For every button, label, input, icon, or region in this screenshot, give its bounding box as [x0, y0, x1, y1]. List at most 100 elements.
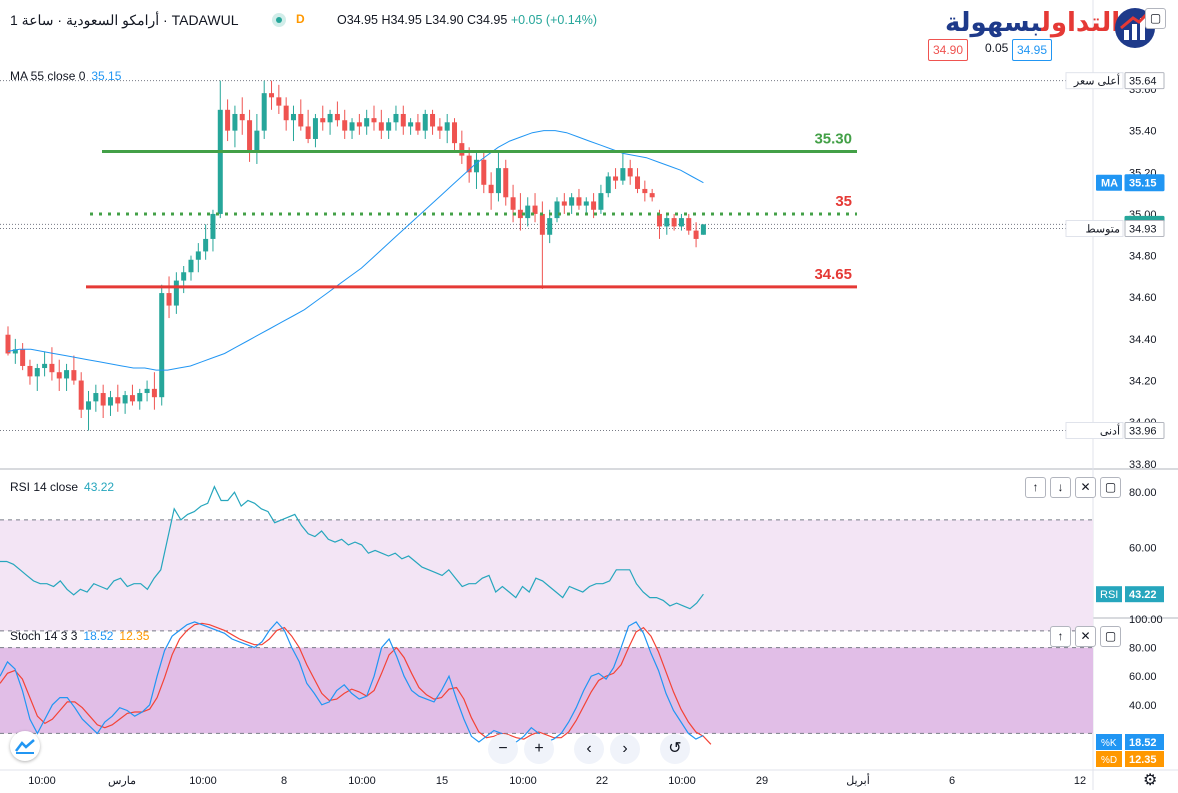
scroll-left-button[interactable]: ‹ [574, 734, 604, 764]
price-tag-avg: 34.93 [1129, 224, 1157, 236]
logo-text-blue: بسهولة [945, 8, 1042, 38]
brand-logo: التداولبسهولة [945, 8, 1120, 38]
time-tick-label: 10:00 [509, 775, 537, 787]
ma-legend-label: MA 55 close 0 [10, 69, 86, 83]
candle-body [356, 122, 362, 127]
price-tick-label: 33.80 [1129, 459, 1157, 471]
ma-prefix-label: MA [1101, 178, 1118, 190]
candle-body [349, 122, 355, 131]
rsi-legend[interactable]: RSI 14 close 43.22 [10, 480, 114, 494]
rsi-move-up-button[interactable]: ↑ [1025, 477, 1046, 498]
candle-body [27, 365, 33, 377]
stoch-tag-prefix: %K [1101, 738, 1117, 749]
zoom-out-button[interactable]: − [488, 734, 518, 764]
stoch-legend-label: Stoch 14 3 3 [10, 629, 78, 643]
candle-body [393, 113, 399, 123]
time-tick-label: 10:00 [189, 775, 217, 787]
rsi-tag-value: 43.22 [1129, 589, 1157, 601]
candle-body [159, 293, 165, 398]
time-tick-label: 15 [436, 775, 448, 787]
candle-body [49, 363, 55, 373]
candle-body [225, 109, 231, 131]
candle-body [686, 218, 692, 231]
price-tag-low: 33.96 [1129, 426, 1157, 438]
candle-body [86, 401, 92, 410]
candle-body [298, 113, 304, 127]
candle-body [107, 397, 113, 406]
candle-body [422, 113, 428, 131]
chart-canvas[interactable]: 33.8034.0034.2034.4034.6034.8035.0035.20… [0, 0, 1178, 790]
ma-legend-value: 35.15 [91, 69, 122, 83]
level-label: 35.30 [814, 130, 852, 147]
bid-price[interactable]: 34.90 [928, 39, 969, 61]
price-tick-label: 34.20 [1129, 376, 1157, 388]
candle-body [400, 113, 406, 127]
candle-body [320, 118, 326, 123]
ask-price[interactable]: 34.95 [1012, 39, 1053, 61]
axis-caption-high: أعلى سعر [1073, 74, 1120, 88]
candle-body [649, 193, 655, 198]
candle-body [386, 122, 392, 131]
candle-body [627, 168, 633, 177]
candle-body [247, 120, 253, 152]
candle-body [656, 213, 662, 227]
time-tick-label: 8 [281, 775, 287, 787]
candle-body [554, 201, 560, 219]
candle-body [64, 370, 70, 379]
candle-body [452, 122, 458, 144]
rsi-maximize-button[interactable]: ▢ [1100, 477, 1121, 498]
rsi-close-button[interactable]: ✕ [1075, 477, 1096, 498]
candle-body [122, 395, 128, 404]
candle-body [34, 368, 40, 377]
scroll-right-button[interactable]: › [610, 734, 640, 764]
candle-body [276, 97, 282, 106]
candle-body [547, 218, 553, 235]
tradingview-logo-icon[interactable] [10, 731, 40, 761]
ma-legend[interactable]: MA 55 close 0 35.15 [10, 69, 121, 83]
candle-body [20, 349, 26, 366]
candle-body [151, 388, 157, 398]
candle-body [415, 122, 421, 131]
stoch-tick-label: 60.00 [1129, 671, 1157, 683]
candle-body [188, 259, 194, 273]
stoch-tick-label: 100.00 [1129, 614, 1163, 626]
candle-body [195, 251, 201, 260]
stoch-tag-value: 18.52 [1129, 737, 1157, 749]
candle-body [93, 393, 99, 402]
candle-body [42, 363, 48, 369]
candle-body [71, 370, 77, 381]
symbol-line: أرامكو السعودية · ساعة 1 · TADAWUL [10, 12, 239, 28]
time-tick-label: مارس [108, 775, 136, 787]
stoch-tag-value: 12.35 [1129, 754, 1157, 766]
candle-body [56, 372, 62, 379]
stoch-legend[interactable]: Stoch 14 3 3 18.52 12.35 [10, 629, 149, 643]
stoch-close-button[interactable]: ✕ [1075, 626, 1096, 647]
stoch-maximize-button[interactable]: ▢ [1100, 626, 1121, 647]
candle-body [525, 205, 531, 219]
candle-body [693, 230, 699, 239]
level-label: 34.65 [814, 266, 852, 283]
candle-body [503, 168, 509, 198]
rsi-move-down-button[interactable]: ↓ [1050, 477, 1071, 498]
price-tick-label: 35.40 [1129, 126, 1157, 138]
chart-root: 33.8034.0034.2034.4034.6034.8035.0035.20… [0, 0, 1178, 790]
reset-chart-button[interactable]: ↺ [660, 734, 690, 764]
stoch-tick-label: 40.00 [1129, 700, 1157, 712]
price-tag-high: 35.64 [1129, 76, 1157, 88]
candle-body [430, 113, 436, 127]
main-pane-maximize-button[interactable]: ▢ [1145, 8, 1166, 29]
ohlc-high: H34.95 [381, 13, 422, 27]
zoom-in-button[interactable]: + [524, 734, 554, 764]
candle-body [583, 201, 589, 206]
candle-body [181, 272, 187, 281]
logo-text-red: التداول [1041, 8, 1121, 38]
ohlc-close: C34.95 [467, 13, 508, 27]
candle-body [78, 380, 84, 410]
candle-body [210, 213, 216, 239]
level-label: 35 [835, 193, 852, 210]
rsi-legend-value: 43.22 [84, 480, 115, 494]
candle-body [203, 238, 209, 252]
ohlc-low: L34.90 [425, 13, 464, 27]
stoch-move-up-button[interactable]: ↑ [1050, 626, 1071, 647]
settings-gear-icon[interactable]: ⚙ [1143, 773, 1157, 789]
